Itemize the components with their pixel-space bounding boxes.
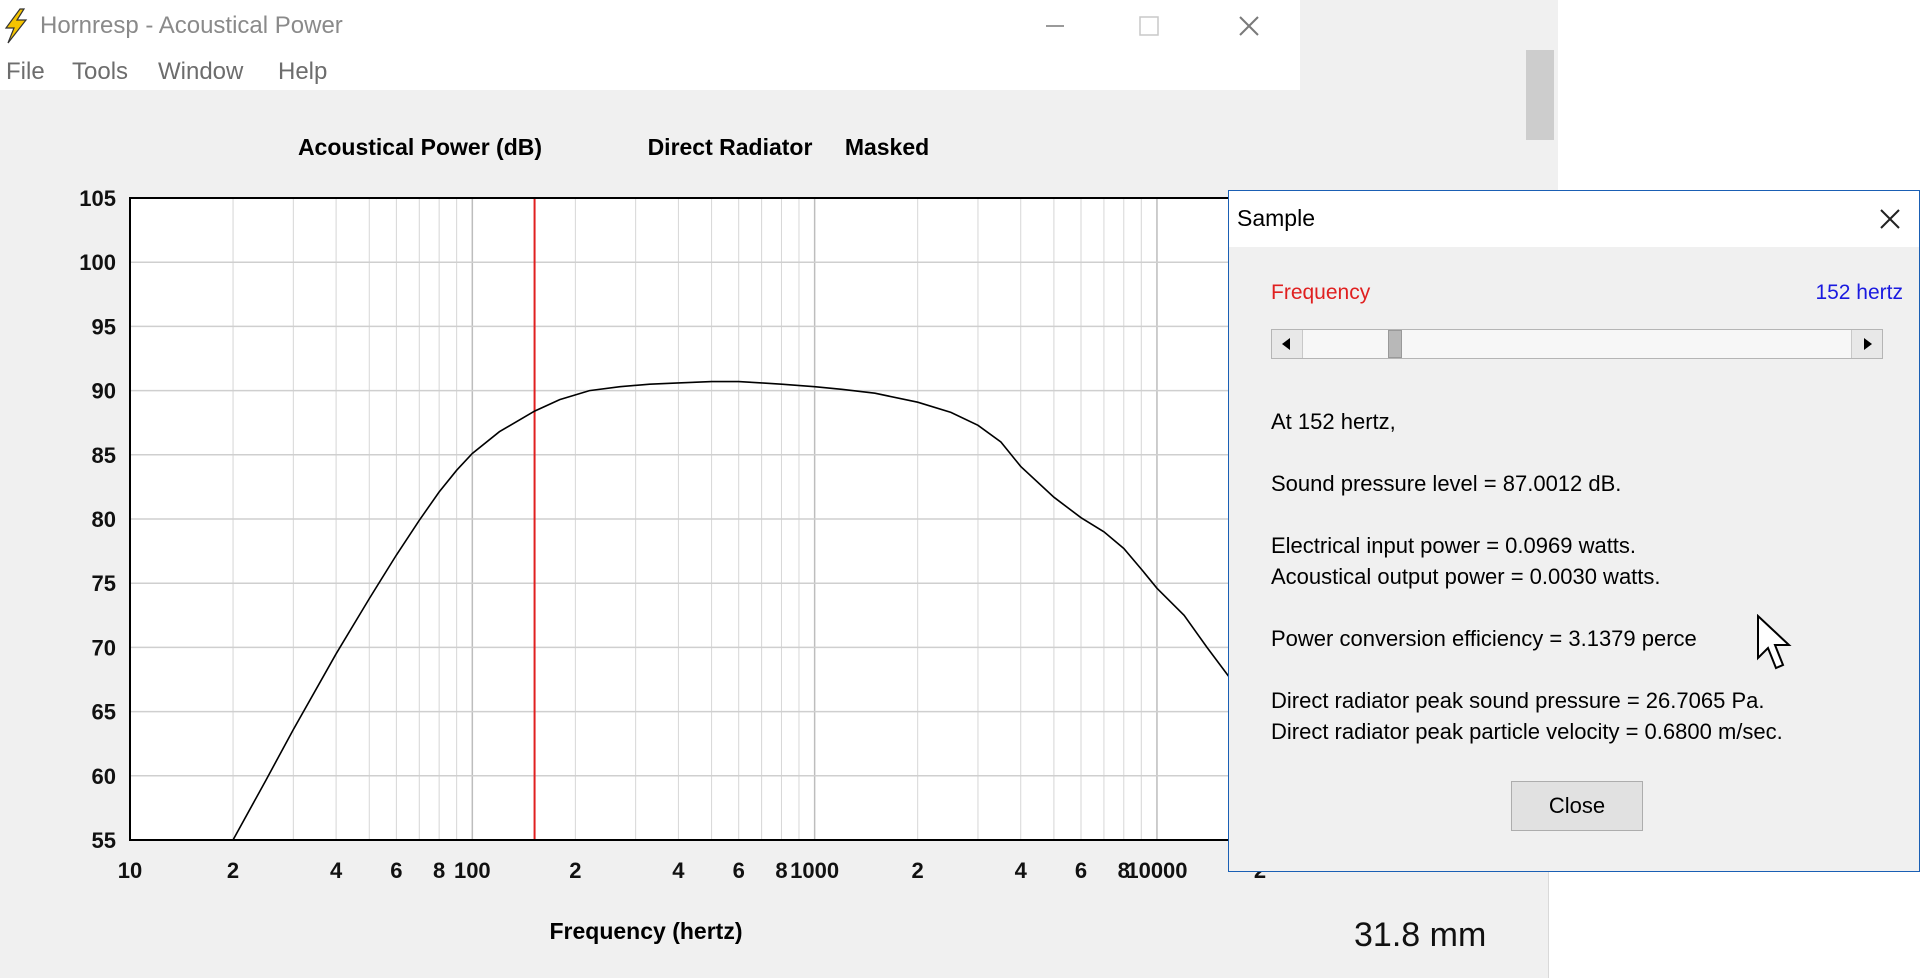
maximize-button[interactable] (1102, 0, 1196, 52)
x-tick-label: 6 (1075, 858, 1087, 883)
y-tick-label: 55 (92, 828, 116, 853)
y-tick-label: 80 (92, 507, 116, 532)
close-button[interactable]: Close (1511, 781, 1643, 831)
info-efficiency: Power conversion efficiency = 3.1379 per… (1271, 626, 1697, 651)
frequency-slider[interactable] (1271, 329, 1883, 359)
y-tick-label: 70 (92, 635, 116, 660)
frequency-value: 152 hertz (1815, 281, 1903, 304)
x-axis-label: Frequency (hertz) (550, 918, 743, 944)
dialog-title-bar: Sample (1229, 191, 1919, 247)
slider-right-button[interactable] (1851, 330, 1882, 358)
info-acoustical-power: Acoustical output power = 0.0030 watts. (1271, 564, 1661, 589)
x-tick-label: 4 (1015, 858, 1028, 883)
info-electrical-power: Electrical input power = 0.0969 watts. (1271, 533, 1637, 558)
x-tick-label: 6 (390, 858, 402, 883)
minimize-button[interactable] (1008, 0, 1102, 52)
title-bar: Hornresp - Acoustical Power (0, 0, 1300, 52)
x-tick-label: 6 (733, 858, 745, 883)
dialog-close-button[interactable] (1861, 191, 1919, 247)
y-tick-label: 75 (92, 571, 116, 596)
y-tick-label: 105 (79, 186, 116, 211)
lightning-icon (4, 8, 28, 44)
background-scroll-thumb[interactable] (1526, 50, 1554, 140)
info-at-frequency: At 152 hertz, (1271, 409, 1396, 434)
y-tick-label: 60 (92, 764, 116, 789)
x-tick-label: 2 (912, 858, 924, 883)
menu-help[interactable]: Help (278, 58, 327, 86)
menu-file[interactable]: File (6, 58, 45, 86)
x-tick-label: 4 (330, 858, 343, 883)
arrow-right-icon (1864, 338, 1872, 350)
slider-thumb[interactable] (1388, 330, 1403, 358)
frequency-label: Frequency (1271, 281, 1371, 304)
chart-title-part: Masked (845, 134, 929, 160)
info-peak-velocity: Direct radiator peak particle velocity =… (1271, 719, 1783, 744)
close-window-button[interactable] (1202, 0, 1296, 52)
y-tick-label: 90 (92, 379, 116, 404)
minimize-icon (1046, 25, 1064, 27)
x-tick-label: 4 (672, 858, 685, 883)
main-window: Hornresp - Acoustical Power File Tools W… (0, 0, 1300, 978)
close-icon (1880, 209, 1900, 229)
close-icon (1239, 16, 1259, 36)
y-tick-label: 95 (92, 314, 116, 339)
info-spl: Sound pressure level = 87.0012 dB. (1271, 471, 1622, 496)
arrow-left-icon (1282, 338, 1290, 350)
menu-window[interactable]: Window (158, 58, 243, 86)
sample-dialog: Sample Frequency 152 hertz At 152 hertz,… (1228, 190, 1920, 872)
background-value: 31.8 mm (1354, 916, 1487, 954)
x-tick-label: 100 (454, 858, 491, 883)
x-tick-label: 1000 (790, 858, 839, 883)
mouse-cursor-icon (1757, 614, 1792, 670)
x-tick-label: 10000 (1126, 858, 1187, 883)
x-tick-label: 8 (775, 858, 787, 883)
menu-tools[interactable]: Tools (72, 58, 128, 86)
x-tick-label: 2 (569, 858, 581, 883)
x-tick-label: 2 (227, 858, 239, 883)
x-tick-label: 10 (118, 858, 142, 883)
y-tick-label: 100 (79, 250, 116, 275)
window-title: Hornresp - Acoustical Power (40, 12, 343, 39)
chart: 10510095908580757065605510 2 4 6 8 100 2 4 6 8 100… (79, 134, 1266, 944)
maximize-icon (1139, 16, 1159, 36)
slider-left-button[interactable] (1272, 330, 1303, 358)
info-peak-pressure: Direct radiator peak sound pressure = 26… (1271, 688, 1765, 713)
y-tick-label: 65 (92, 700, 116, 725)
dialog-title: Sample (1237, 205, 1315, 231)
x-tick-label: 8 (433, 858, 445, 883)
chart-title-part: Direct Radiator (648, 134, 813, 160)
chart-title-part: Acoustical Power (dB) (298, 134, 542, 160)
y-tick-label: 85 (92, 443, 116, 468)
